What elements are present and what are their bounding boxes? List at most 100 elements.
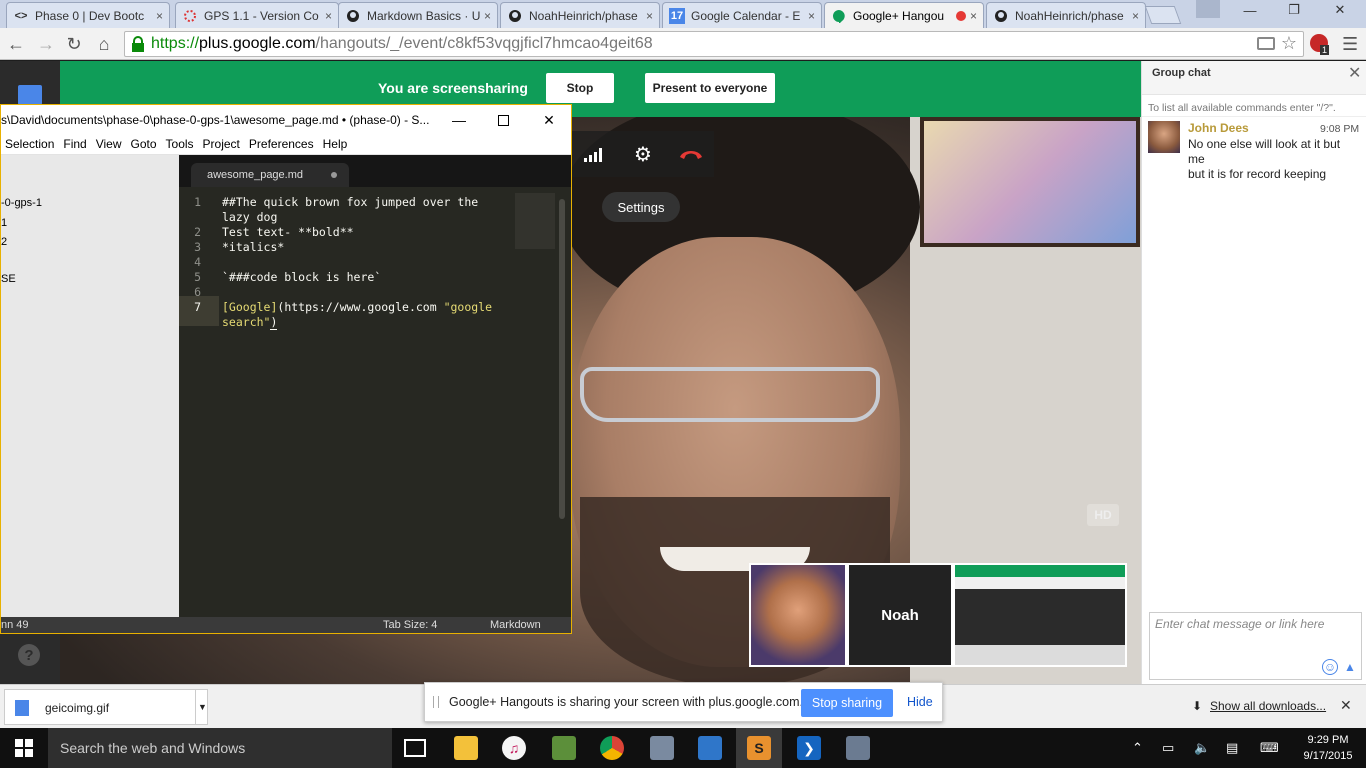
- chrome-menu-icon[interactable]: ☰: [1342, 34, 1358, 55]
- menu-tools[interactable]: Tools: [162, 135, 199, 154]
- sublime-minimize-button[interactable]: —: [449, 110, 469, 130]
- menu-find[interactable]: Find: [59, 135, 91, 154]
- bookmark-star-icon[interactable]: ☆: [1281, 33, 1297, 54]
- taskbar-search-box[interactable]: Search the web and Windows: [48, 728, 392, 768]
- message-author[interactable]: John Dees: [1188, 121, 1249, 135]
- calendar-icon: 17: [669, 7, 685, 24]
- bandwidth-signal-icon[interactable]: [582, 141, 608, 167]
- sublime-text-icon[interactable]: S: [747, 736, 771, 760]
- close-chat-icon[interactable]: ✕: [1348, 63, 1361, 83]
- editor-scrollbar[interactable]: [559, 199, 565, 519]
- browser-tab-noah-repo[interactable]: NoahHeinrich/phase ×: [500, 2, 660, 28]
- browser-tab-noah-repo-2[interactable]: NoahHeinrich/phase ×: [986, 2, 1146, 28]
- home-icon[interactable]: ⌂: [92, 32, 116, 56]
- browser-tab-markdown[interactable]: Markdown Basics · U ×: [338, 2, 498, 28]
- taskbar-clock[interactable]: 9:29 PM 9/17/2015: [1296, 732, 1360, 764]
- hang-up-icon[interactable]: [678, 141, 704, 167]
- status-syntax[interactable]: Markdown: [490, 619, 541, 631]
- present-to-everyone-button[interactable]: Present to everyone: [645, 73, 775, 103]
- user-avatar-icon[interactable]: [1196, 0, 1220, 18]
- file-explorer-icon[interactable]: [454, 736, 478, 760]
- store-icon[interactable]: [698, 736, 722, 760]
- code-editor[interactable]: 1 2 3 4 5 6 7 ##The quick brown fox jump…: [179, 187, 571, 617]
- new-tab-button[interactable]: [1144, 6, 1182, 24]
- paint-icon[interactable]: [552, 736, 576, 760]
- sublime-close-button[interactable]: ✕: [539, 110, 559, 130]
- forward-arrow-icon[interactable]: →: [34, 32, 58, 56]
- browser-tab-gps[interactable]: GPS 1.1 - Version Co ×: [175, 2, 339, 28]
- drag-handle-icon[interactable]: [433, 696, 439, 708]
- menu-selection[interactable]: Selection: [1, 135, 59, 154]
- hd-toggle[interactable]: HD: [1087, 504, 1119, 526]
- reload-icon[interactable]: ↻: [62, 32, 86, 56]
- docs-icon[interactable]: [18, 85, 42, 105]
- browser-tab-phase0[interactable]: <> Phase 0 | Dev Bootc ×: [6, 2, 170, 28]
- menu-goto[interactable]: Goto: [127, 135, 162, 154]
- minimap[interactable]: [515, 193, 555, 249]
- menu-preferences[interactable]: Preferences: [245, 135, 319, 154]
- status-tab-size[interactable]: Tab Size: 4: [383, 619, 437, 631]
- unsaved-dot-icon[interactable]: [331, 172, 337, 178]
- avatar[interactable]: [1148, 121, 1180, 153]
- hide-notification-link[interactable]: Hide: [907, 695, 933, 709]
- system-monitor-icon[interactable]: [650, 736, 674, 760]
- sidebar-item[interactable]: -0-gps-1: [1, 197, 42, 209]
- back-arrow-icon[interactable]: ←: [4, 32, 28, 56]
- participant-thumbnail-video[interactable]: [749, 563, 847, 667]
- download-item[interactable]: geicoimg.gif ▼: [4, 689, 208, 725]
- sidebar-item[interactable]: 1: [1, 217, 7, 229]
- file-tab-awesome-page[interactable]: awesome_page.md: [191, 163, 349, 187]
- sublime-maximize-button[interactable]: [493, 110, 513, 130]
- close-tab-icon[interactable]: ×: [484, 9, 491, 23]
- settings-tooltip: Settings: [602, 192, 680, 222]
- participant-thumbnail-noah[interactable]: Noah: [847, 563, 953, 667]
- settings-gear-icon[interactable]: ⚙: [630, 141, 656, 167]
- tray-overflow-chevron-icon[interactable]: ⌃: [1132, 740, 1143, 756]
- itunes-icon[interactable]: ♫: [502, 736, 526, 760]
- remote-desktop-icon[interactable]: [846, 736, 870, 760]
- menu-help[interactable]: Help: [319, 135, 353, 154]
- file-tab-label: awesome_page.md: [207, 169, 304, 181]
- drive-share-icon[interactable]: ▲: [1342, 659, 1358, 675]
- show-all-downloads-link[interactable]: ⬇ Show all downloads...: [1192, 699, 1326, 713]
- stop-screenshare-button[interactable]: Stop: [546, 73, 614, 103]
- close-tab-icon[interactable]: ×: [325, 9, 332, 23]
- code-line: search"): [222, 315, 278, 330]
- browser-tab-hangouts[interactable]: Google+ Hangou ×: [824, 2, 984, 28]
- minimize-button[interactable]: —: [1230, 0, 1270, 20]
- participant-thumbnail-screenshare[interactable]: [953, 563, 1127, 667]
- restore-button[interactable]: ❐: [1274, 0, 1314, 20]
- keyboard-icon[interactable]: ⌨: [1260, 740, 1279, 756]
- close-tab-icon[interactable]: ×: [970, 9, 977, 23]
- chat-message-input[interactable]: Enter chat message or link here ☺ ▲: [1149, 612, 1362, 680]
- volume-icon[interactable]: 🔈: [1194, 740, 1210, 756]
- windows-start-icon[interactable]: [0, 728, 48, 768]
- camera-icon[interactable]: [1257, 37, 1275, 50]
- emoji-icon[interactable]: ☺: [1322, 659, 1338, 675]
- sidebar-item[interactable]: SE: [1, 273, 16, 285]
- close-window-button[interactable]: ✕: [1320, 0, 1360, 20]
- chrome-icon[interactable]: [600, 736, 624, 760]
- battery-icon[interactable]: ▭: [1162, 740, 1174, 756]
- message-text: but it is for record keeping: [1188, 167, 1327, 181]
- show-all-downloads-label: Show all downloads...: [1210, 699, 1327, 713]
- video-participant-glasses: [580, 367, 880, 422]
- notifications-icon[interactable]: ▤: [1226, 740, 1238, 756]
- help-button[interactable]: ?: [18, 644, 40, 666]
- close-tab-icon[interactable]: ×: [808, 9, 815, 23]
- browser-tab-calendar[interactable]: 17 Google Calendar - E ×: [662, 2, 822, 28]
- close-tab-icon[interactable]: ×: [156, 9, 163, 23]
- menu-project[interactable]: Project: [199, 135, 245, 154]
- menu-view[interactable]: View: [92, 135, 127, 154]
- address-bar[interactable]: https://plus.google.com/hangouts/_/event…: [124, 31, 1304, 57]
- sublime-tab-bar: awesome_page.md: [179, 155, 571, 187]
- powershell-icon[interactable]: ❯: [797, 736, 821, 760]
- sidebar-item[interactable]: 2: [1, 236, 7, 248]
- close-downloads-icon[interactable]: ✕: [1340, 697, 1352, 714]
- close-tab-icon[interactable]: ×: [1132, 9, 1139, 23]
- download-menu-chevron-icon[interactable]: ▼: [195, 690, 209, 724]
- close-tab-icon[interactable]: ×: [646, 9, 653, 23]
- task-view-icon[interactable]: [404, 739, 426, 757]
- stop-sharing-button[interactable]: Stop sharing: [801, 689, 893, 717]
- sublime-title-bar[interactable]: s\David\documents\phase-0\phase-0-gps-1\…: [1, 105, 571, 135]
